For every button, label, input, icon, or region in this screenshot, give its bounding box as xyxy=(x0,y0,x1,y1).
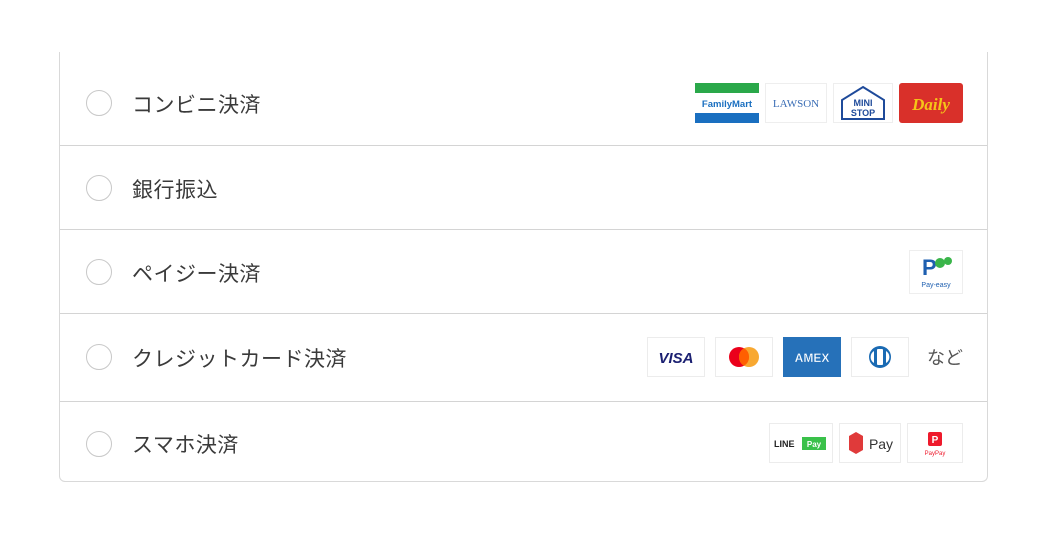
merpay-logo: Pay xyxy=(839,423,901,463)
familymart-text: FamilyMart xyxy=(702,99,753,110)
paypay-logo: P PayPay xyxy=(907,423,963,463)
radio-credit-card[interactable] xyxy=(86,344,112,370)
payeasy-logos: P Pay-easy xyxy=(909,250,963,294)
diners-icon xyxy=(851,337,909,377)
daily-logo: Daily xyxy=(899,83,963,123)
payment-option-smartphone[interactable]: スマホ決済 LINE Pay Pay P PayPay xyxy=(60,401,987,483)
payment-option-label: 銀行振込 xyxy=(132,178,218,202)
payment-option-label: ペイジー決済 xyxy=(132,262,261,286)
payment-option-label: スマホ決済 xyxy=(132,433,239,457)
credit-card-logos: VISA AMEX など xyxy=(647,337,963,377)
paypay-text: PayPay xyxy=(925,451,946,457)
visa-logo: VISA xyxy=(647,337,705,377)
linepay-pay-text: Pay xyxy=(807,440,822,449)
amex-text: AMEX xyxy=(795,351,830,365)
lawson-logo: LAWSON xyxy=(765,83,827,123)
payment-option-credit-card[interactable]: クレジットカード決済 VISA AMEX など xyxy=(60,313,987,401)
payment-method-panel: コンビニ決済 FamilyMart LAWSON MINI STOP Daily… xyxy=(59,52,988,482)
ministop-logo: MINI STOP xyxy=(833,83,893,123)
convenience-store-logos: FamilyMart LAWSON MINI STOP Daily xyxy=(695,83,963,123)
radio-payeasy[interactable] xyxy=(86,259,112,285)
svg-text:P: P xyxy=(922,255,937,280)
radio-convenience-store[interactable] xyxy=(86,90,112,116)
svg-text:P: P xyxy=(932,435,939,446)
linepay-line-text: LINE xyxy=(774,439,795,449)
lawson-text: LAWSON xyxy=(773,98,819,110)
smartphone-logos: LINE Pay Pay P PayPay xyxy=(769,423,963,463)
linepay-logo: LINE Pay xyxy=(769,423,833,463)
payment-option-label: コンビニ決済 xyxy=(132,93,261,117)
payment-option-convenience-store[interactable]: コンビニ決済 FamilyMart LAWSON MINI STOP Daily xyxy=(60,61,987,145)
radio-smartphone[interactable] xyxy=(86,431,112,457)
visa-text: VISA xyxy=(658,350,693,367)
familymart-logo: FamilyMart xyxy=(695,83,759,123)
payeasy-text: Pay-easy xyxy=(921,282,951,289)
payment-option-bank-transfer[interactable]: 銀行振込 xyxy=(60,145,987,229)
amex-logo: AMEX xyxy=(783,337,841,377)
ministop-top-text: MINI xyxy=(854,98,873,108)
radio-bank-transfer[interactable] xyxy=(86,175,112,201)
mastercard-icon xyxy=(715,337,773,377)
credit-card-etc-text: など xyxy=(927,348,963,369)
ministop-bottom-text: STOP xyxy=(851,108,875,118)
merpay-text: Pay xyxy=(869,436,893,452)
payment-option-label: クレジットカード決済 xyxy=(132,347,347,371)
payment-option-payeasy[interactable]: ペイジー決済 P Pay-easy xyxy=(60,229,987,313)
daily-text: Daily xyxy=(911,95,950,114)
payeasy-logo: P Pay-easy xyxy=(909,250,963,294)
